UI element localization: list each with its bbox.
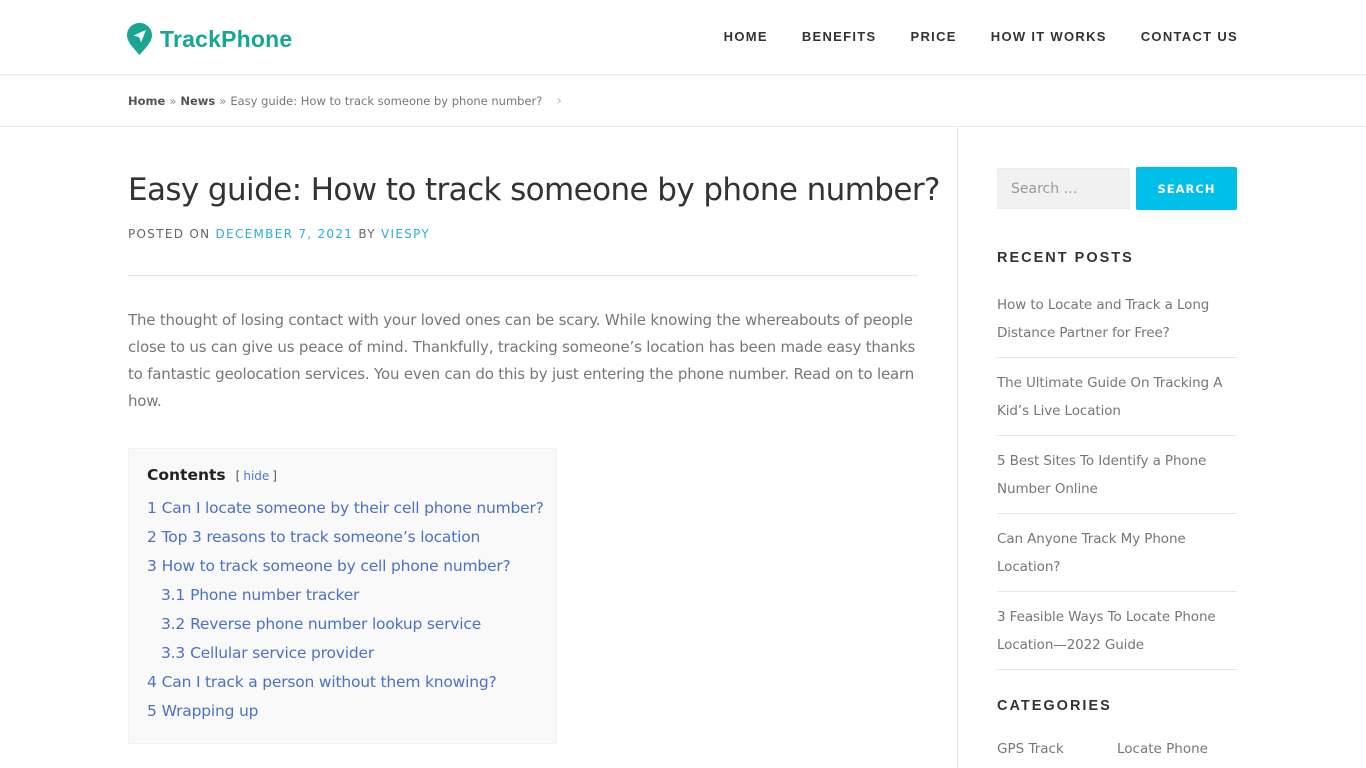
toc-item-label[interactable]: How to track someone by cell phone numbe… — [162, 557, 511, 575]
toc-item-number: 3.2 — [161, 615, 186, 633]
brand-name: TrackPhone — [160, 25, 293, 52]
nav-contact-us[interactable]: CONTACT US — [1141, 29, 1238, 44]
toc-item-number: 3 — [147, 557, 157, 575]
toc-item-label[interactable]: Can I track a person without them knowin… — [162, 673, 497, 691]
toc-item-label[interactable]: Cellular service provider — [190, 644, 374, 662]
recent-post-item: 5 Best Sites To Identify a Phone Number … — [997, 446, 1237, 514]
toc-item-number: 4 — [147, 673, 157, 691]
categories-list: GPS Track Locate Phone — [997, 741, 1237, 757]
recent-post-link[interactable]: How to Locate and Track a Long Distance … — [997, 297, 1209, 341]
site-logo[interactable]: TrackPhone — [127, 23, 292, 55]
main-nav: HOME BENEFITS PRICE HOW IT WORKS CONTACT… — [690, 29, 1238, 44]
toc-item-number: 2 — [147, 528, 157, 546]
recent-post-link[interactable]: Can Anyone Track My Phone Location? — [997, 531, 1186, 575]
recent-post-link[interactable]: The Ultimate Guide On Tracking A Kid’s L… — [997, 375, 1222, 419]
recent-posts-list: How to Locate and Track a Long Distance … — [997, 290, 1237, 680]
posted-on-label: POSTED ON — [128, 227, 211, 241]
recent-post-item: 3 Feasible Ways To Locate Phone Location… — [997, 602, 1237, 670]
categories-title: CATEGORIES — [997, 698, 1112, 714]
category-link[interactable]: GPS Track — [997, 741, 1117, 757]
bracket: [ — [235, 469, 241, 483]
post-author-link[interactable]: VIESPY — [381, 227, 430, 241]
nav-how-it-works[interactable]: HOW IT WORKS — [991, 29, 1107, 44]
breadcrumb-news[interactable]: News — [180, 94, 215, 108]
toc-item[interactable]: 1 Can I locate someone by their cell phon… — [147, 494, 544, 523]
toc-list: 1 Can I locate someone by their cell phon… — [147, 494, 544, 726]
intro-paragraph: The thought of losing contact with your … — [128, 311, 916, 410]
toc-header: Contents [hide] — [147, 466, 538, 484]
location-pin-icon — [127, 23, 152, 55]
divider — [128, 275, 918, 276]
post-meta: POSTED ON DECEMBER 7, 2021 BY VIESPY — [128, 227, 430, 241]
toc-item-number: 3.1 — [161, 586, 186, 604]
post-title: Easy guide: How to track someone by phon… — [128, 172, 940, 208]
toc-subitem[interactable]: 3.1 Phone number tracker — [147, 581, 538, 610]
category-link[interactable]: Locate Phone — [1117, 741, 1237, 757]
nav-benefits[interactable]: BENEFITS — [802, 29, 877, 44]
recent-post-item: How to Locate and Track a Long Distance … — [997, 290, 1237, 358]
chevron-right-icon: › — [556, 93, 562, 109]
toc-subitem[interactable]: 3.3 Cellular service provider — [147, 639, 538, 668]
breadcrumb-separator: » — [219, 94, 227, 108]
breadcrumb: Home » News » Easy guide: How to track s… — [128, 93, 562, 109]
toc-item-label[interactable]: Wrapping up — [162, 702, 259, 720]
site-header: TrackPhone HOME BENEFITS PRICE HOW IT WO… — [0, 0, 1366, 75]
nav-price[interactable]: PRICE — [911, 29, 957, 44]
toc-item-number: 5 — [147, 702, 157, 720]
breadcrumb-separator: » — [169, 94, 177, 108]
toc-item-number: 3.3 — [161, 644, 186, 662]
recent-post-link[interactable]: 5 Best Sites To Identify a Phone Number … — [997, 453, 1206, 497]
table-of-contents: Contents [hide] 1 Can I locate someone by… — [128, 448, 557, 744]
search-input[interactable] — [997, 168, 1130, 209]
toc-subitem[interactable]: 3.2 Reverse phone number lookup service — [147, 610, 538, 639]
toc-item-label[interactable]: Can I locate someone by their cell phone… — [162, 499, 544, 517]
toc-item[interactable]: 5 Wrapping up — [147, 697, 538, 726]
recent-post-link[interactable]: 3 Feasible Ways To Locate Phone Location… — [997, 609, 1216, 653]
breadcrumb-home[interactable]: Home — [128, 94, 165, 108]
toc-title: Contents — [147, 466, 226, 484]
toc-hide-link[interactable]: hide — [243, 469, 269, 483]
toc-item[interactable]: 4 Can I track a person without them knowi… — [147, 668, 538, 697]
recent-posts-title: RECENT POSTS — [997, 250, 1134, 266]
toc-item[interactable]: 3 How to track someone by cell phone numb… — [147, 552, 538, 581]
search-button[interactable]: SEARCH — [1136, 167, 1237, 210]
bracket: ] — [272, 469, 277, 483]
toc-item-number: 1 — [147, 499, 157, 517]
toc-item-label[interactable]: Reverse phone number lookup service — [190, 615, 481, 633]
post-date-link[interactable]: DECEMBER 7, 2021 — [216, 227, 354, 241]
recent-post-item: The Ultimate Guide On Tracking A Kid’s L… — [997, 368, 1237, 436]
search-form: SEARCH — [997, 167, 1237, 210]
breadcrumb-bar: Home » News » Easy guide: How to track s… — [0, 76, 1366, 127]
toc-item-label[interactable]: Top 3 reasons to track someone’s locatio… — [162, 528, 481, 546]
by-label: BY — [358, 227, 376, 241]
recent-post-item: Can Anyone Track My Phone Location? — [997, 524, 1237, 592]
toc-toggle: [hide] — [236, 469, 277, 483]
sidebar-divider — [957, 127, 958, 768]
toc-item[interactable]: 2 Top 3 reasons to track someone’s locati… — [147, 523, 538, 552]
breadcrumb-current: Easy guide: How to track someone by phon… — [230, 94, 543, 108]
nav-home[interactable]: HOME — [724, 29, 768, 44]
toc-item-label[interactable]: Phone number tracker — [190, 586, 359, 604]
